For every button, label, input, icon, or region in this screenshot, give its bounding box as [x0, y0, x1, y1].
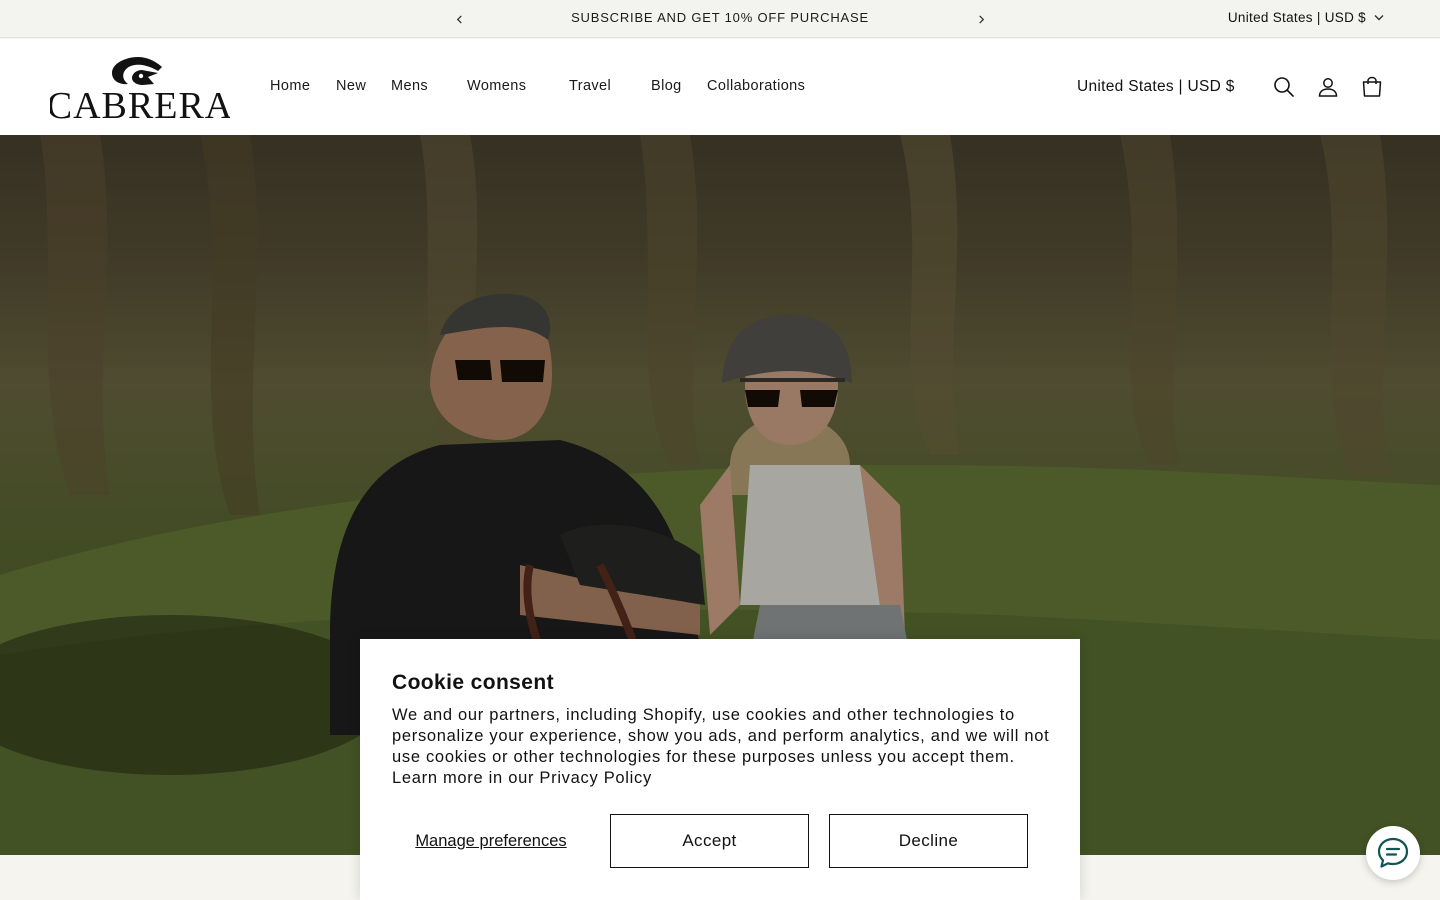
search-icon — [1274, 77, 1294, 97]
announcement-locale-selector[interactable]: United States | USD $ — [1228, 10, 1384, 25]
announcement-prev-button[interactable] — [451, 10, 467, 28]
announcement-bar: SUBSCRIBE AND GET 10% OFF PURCHASE Unite… — [0, 0, 1440, 38]
nav-item-womens[interactable]: Womens — [467, 78, 526, 94]
nav-item-mens[interactable]: Mens — [391, 78, 428, 94]
nav-item-blog[interactable]: Blog — [651, 78, 682, 94]
account-icon — [1318, 78, 1338, 97]
cabrera-logo-icon: CABRERA — [47, 57, 232, 127]
search-button[interactable] — [1272, 75, 1296, 99]
announcement-message: SUBSCRIBE AND GET 10% OFF PURCHASE — [571, 10, 869, 25]
nav-item-travel[interactable]: Travel — [569, 78, 611, 94]
chat-widget-button[interactable] — [1366, 826, 1420, 880]
nav-item-collaborations[interactable]: Collaborations — [707, 78, 805, 94]
cookie-consent-title: Cookie consent — [392, 671, 554, 694]
chat-bubble-icon — [1377, 837, 1409, 868]
cookie-consent-dialog: Cookie consent We and our partners, incl… — [360, 639, 1080, 900]
cart-icon — [1362, 76, 1382, 97]
announcement-locale-label: United States | USD $ — [1227, 10, 1366, 25]
cart-button[interactable] — [1360, 75, 1384, 99]
announcement-next-button[interactable] — [973, 10, 989, 28]
nav-item-new[interactable]: New — [336, 78, 366, 94]
account-button[interactable] — [1316, 75, 1340, 99]
cookie-consent-body: We and our partners, including Shopify, … — [392, 706, 1050, 787]
nav-item-home[interactable]: Home — [270, 78, 310, 94]
header-locale-selector[interactable]: United States | USD $ — [1077, 78, 1235, 96]
decline-button[interactable]: Decline — [829, 814, 1028, 868]
site-header: CABRERA Home New Mens Womens Travel Blog… — [0, 39, 1440, 135]
accept-button[interactable]: Accept — [610, 814, 809, 868]
chevron-down-icon — [1374, 15, 1384, 21]
manage-preferences-button[interactable]: Manage preferences — [392, 814, 590, 868]
chevron-right-icon — [978, 14, 984, 24]
chevron-left-icon — [456, 14, 462, 24]
site-logo[interactable]: CABRERA — [47, 55, 232, 127]
logo-wordmark: CABRERA — [50, 85, 230, 121]
